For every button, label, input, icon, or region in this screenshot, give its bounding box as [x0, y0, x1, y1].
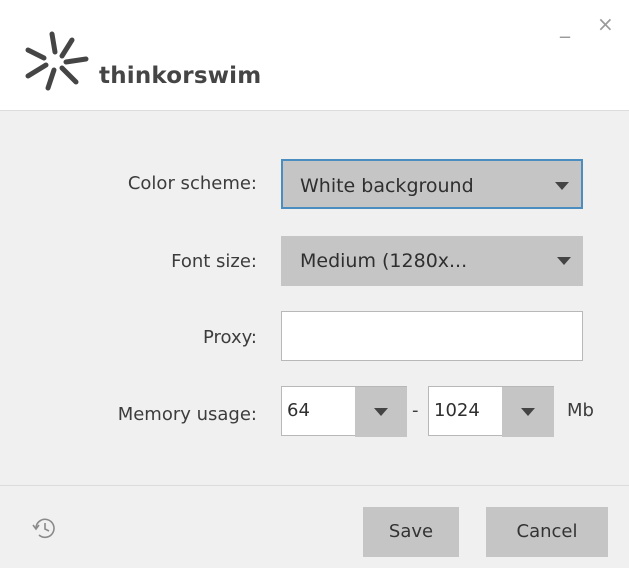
memory-max-value: 1024 — [434, 400, 480, 421]
color-scheme-select[interactable]: White background — [281, 159, 583, 209]
memory-usage-label: Memory usage: — [117, 404, 257, 425]
close-button[interactable]: × — [597, 14, 614, 34]
font-size-label: Font size: — [171, 251, 257, 272]
font-size-select[interactable]: Medium (1280x... — [281, 236, 583, 286]
login-settings-window: thinkorswim _ × Color scheme: White back… — [0, 0, 629, 568]
brand-name: thinkorswim — [99, 63, 262, 89]
proxy-input[interactable] — [281, 311, 583, 361]
thinkorswim-logo-icon — [25, 31, 89, 91]
font-size-value: Medium (1280x... — [300, 250, 468, 272]
memory-min-select[interactable]: 64 — [281, 386, 407, 437]
chevron-down-icon — [374, 408, 388, 416]
memory-range-separator: - — [412, 400, 419, 421]
proxy-label: Proxy: — [202, 327, 257, 348]
history-icon[interactable] — [30, 514, 58, 542]
memory-unit-label: Mb — [567, 400, 594, 421]
cancel-button[interactable]: Cancel — [486, 507, 608, 557]
color-scheme-value: White background — [300, 175, 474, 197]
save-button[interactable]: Save — [363, 507, 459, 557]
footer: Save Cancel — [0, 485, 629, 568]
chevron-down-icon — [557, 257, 571, 265]
memory-max-dropdown-button[interactable] — [502, 387, 554, 437]
minimize-button[interactable]: _ — [560, 16, 570, 36]
chevron-down-icon — [521, 408, 535, 416]
color-scheme-label: Color scheme: — [127, 173, 257, 194]
memory-min-value: 64 — [287, 400, 310, 421]
memory-min-dropdown-button[interactable] — [355, 387, 407, 437]
header: thinkorswim _ × — [0, 0, 629, 111]
chevron-down-icon — [555, 182, 569, 190]
memory-max-select[interactable]: 1024 — [428, 386, 554, 437]
